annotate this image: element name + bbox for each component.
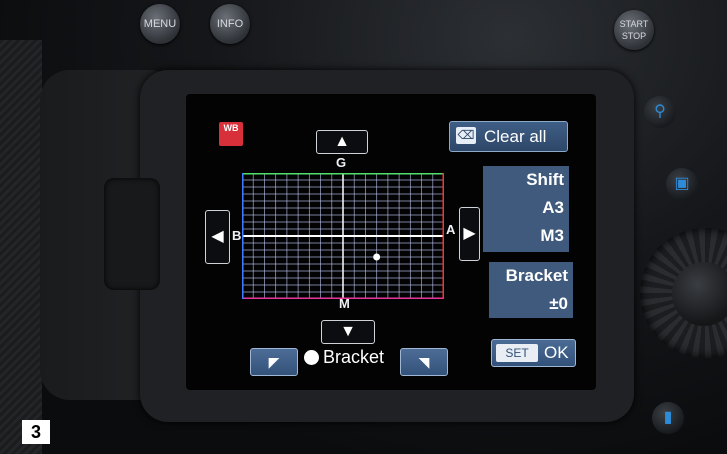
shift-panel: Shift A3 M3 <box>483 166 569 252</box>
erase-icon: ⌫ <box>456 127 476 144</box>
clear-all-label: Clear all <box>484 127 547 146</box>
camera-photo: MENU INFO START STOP ⚲ ▣ ▮ WB ⌫ Clear al… <box>0 0 727 454</box>
dial-left-button[interactable]: ◤ <box>250 348 298 376</box>
trash-icon: ▮ <box>663 409 673 426</box>
lcd-hinge <box>104 178 160 290</box>
shift-title: Shift <box>526 170 564 189</box>
magnify-button[interactable]: ⚲ <box>644 96 676 128</box>
dial-left-icon: ◤ <box>268 354 280 370</box>
dial-right-button[interactable]: ◥ <box>400 348 448 376</box>
clear-all-button[interactable]: ⌫ Clear all <box>449 121 568 152</box>
delete-button[interactable]: ▮ <box>652 402 684 434</box>
dial-right-icon: ◥ <box>418 354 430 370</box>
stop-label: STOP <box>621 31 647 41</box>
bracket-control-label: Bracket <box>323 347 385 367</box>
menu-button-label: MENU <box>143 18 177 30</box>
info-button[interactable]: INFO <box>210 4 250 44</box>
shift-value-a: A3 <box>542 198 564 217</box>
arrow-left-button[interactable]: ◀ <box>205 210 230 264</box>
arrow-up-icon: ▲ <box>334 133 350 150</box>
wb-icon: WB <box>219 122 243 146</box>
set-label: SET <box>496 344 538 362</box>
wb-icon-text: WB <box>223 123 239 133</box>
ok-label: OK <box>544 343 569 362</box>
menu-button[interactable]: MENU <box>140 4 180 44</box>
start-label: START <box>619 19 649 29</box>
camera-strap <box>0 40 42 454</box>
arrow-down-button[interactable]: ▼ <box>321 320 375 344</box>
bracket-title: Bracket <box>505 266 568 285</box>
figure-number: 3 <box>22 420 50 444</box>
control-dial-center[interactable] <box>672 262 727 326</box>
grid-letter-a: A <box>446 222 456 237</box>
arrow-up-button[interactable]: ▲ <box>316 130 368 154</box>
magnify-icon: ⚲ <box>654 103 666 120</box>
wb-shift-marker[interactable] <box>373 253 381 261</box>
wb-shift-grid[interactable] <box>242 173 444 299</box>
arrow-right-button[interactable]: ▶ <box>459 207 480 261</box>
start-stop-button[interactable]: START STOP <box>614 10 654 50</box>
bracket-dot-icon <box>304 350 319 365</box>
playback-icon: ▣ <box>674 175 690 192</box>
playback-button[interactable]: ▣ <box>666 168 698 200</box>
set-ok-button[interactable]: SET OK <box>491 339 576 367</box>
arrow-right-icon: ▶ <box>463 225 476 242</box>
grid-letter-b: B <box>232 228 242 243</box>
grid-letter-g: G <box>336 155 347 170</box>
bracket-panel: Bracket ±0 <box>489 262 573 318</box>
shift-value-m: M3 <box>540 226 564 245</box>
info-button-label: INFO <box>216 18 244 30</box>
arrow-left-icon: ◀ <box>211 228 224 245</box>
bracket-value: ±0 <box>549 294 568 313</box>
arrow-down-icon: ▼ <box>340 323 356 340</box>
bracket-control: Bracket <box>304 347 384 368</box>
lcd-screen: WB ⌫ Clear all ▲ ▼ ◀ ▶ G M B A Shift A3 … <box>186 94 596 390</box>
